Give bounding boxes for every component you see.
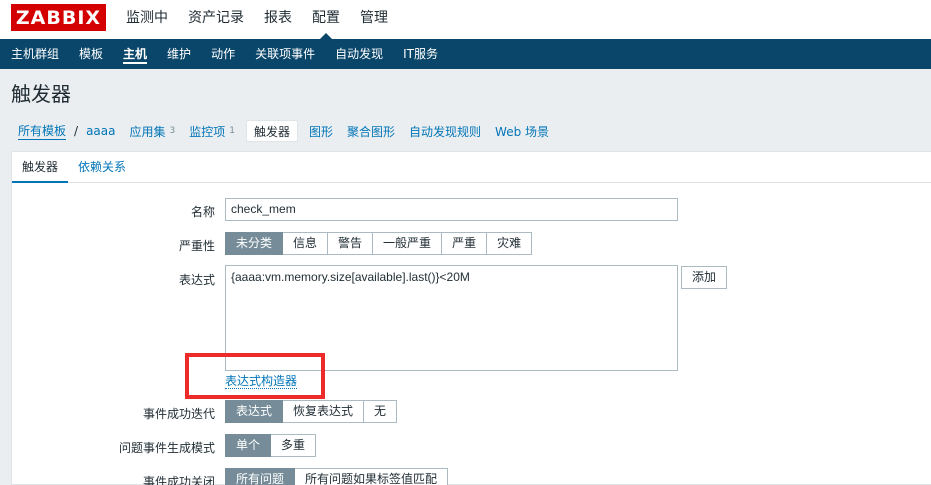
menu-inventory[interactable]: 资产记录 xyxy=(178,0,254,39)
mode-multiple[interactable]: 多重 xyxy=(271,434,317,457)
ok-event-recovery-expression[interactable]: 恢复表达式 xyxy=(283,400,365,423)
severity-selector: 未分类 信息 警告 一般严重 严重 灾难 xyxy=(225,232,533,255)
breadcrumb-discovery-rules[interactable]: 自动发现规则 xyxy=(402,120,488,142)
subnav-maintenance[interactable]: 维护 xyxy=(157,39,201,69)
severity-warning[interactable]: 警告 xyxy=(328,232,374,255)
mode-label: 问题事件生成模式 xyxy=(118,441,215,455)
subnav-host-groups[interactable]: 主机群组 xyxy=(1,39,69,69)
zabbix-logo[interactable]: ZABBIX xyxy=(11,4,106,31)
breadcrumb-template[interactable]: aaaa xyxy=(79,120,122,142)
ok-event-label: 事件成功迭代 xyxy=(142,407,215,421)
severity-not-classified[interactable]: 未分类 xyxy=(225,232,284,255)
breadcrumb-graphs[interactable]: 图形 xyxy=(302,120,340,142)
tab-trigger[interactable]: 触发器 xyxy=(12,152,69,183)
subnav-discovery[interactable]: 自动发现 xyxy=(325,39,393,69)
add-expression-button[interactable]: 添加 xyxy=(681,266,728,289)
close-selector: 所有问题 所有问题如果标签值匹配 xyxy=(225,468,449,485)
breadcrumb: 所有模板 / aaaa 应用集 3 监控项 1 触发器 图形 聚合图形 自动发现规则… xyxy=(11,117,931,145)
subnav-templates[interactable]: 模板 xyxy=(69,39,113,69)
breadcrumb-screens[interactable]: 聚合图形 xyxy=(340,120,402,142)
menu-administration[interactable]: 管理 xyxy=(350,0,398,39)
breadcrumb-applications[interactable]: 应用集 3 xyxy=(122,120,182,142)
expression-label: 表达式 xyxy=(178,273,215,287)
highlight-annotation-box xyxy=(185,353,325,399)
tab-dependencies[interactable]: 依赖关系 xyxy=(68,152,136,182)
trigger-form-panel: 触发器 依赖关系 名称 check_mem 严重性 未分类 信息 警告 一般严重… xyxy=(11,151,931,485)
applications-count: 3 xyxy=(169,126,176,136)
severity-information[interactable]: 信息 xyxy=(283,232,329,255)
close-tag-match[interactable]: 所有问题如果标签值匹配 xyxy=(295,468,449,485)
breadcrumb-web-scenarios[interactable]: Web 场景 xyxy=(488,120,556,142)
subnav-correlation[interactable]: 关联项事件 xyxy=(245,39,325,69)
mode-single[interactable]: 单个 xyxy=(225,434,272,457)
breadcrumb-triggers[interactable]: 触发器 xyxy=(245,120,298,142)
close-all-problems[interactable]: 所有问题 xyxy=(225,468,296,485)
subnav-it-services[interactable]: IT服务 xyxy=(393,39,448,69)
severity-label: 严重性 xyxy=(178,239,215,253)
top-header: ZABBIX 监测中 资产记录 报表 配置 管理 xyxy=(0,0,931,39)
form-tabs: 触发器 依赖关系 xyxy=(12,152,931,183)
mode-selector: 单个 多重 xyxy=(225,434,317,457)
menu-monitoring[interactable]: 监测中 xyxy=(116,0,178,39)
ok-event-expression[interactable]: 表达式 xyxy=(225,400,284,423)
name-input[interactable]: check_mem xyxy=(225,198,678,221)
menu-configuration[interactable]: 配置 xyxy=(302,0,350,39)
severity-high[interactable]: 严重 xyxy=(442,232,488,255)
subnav-actions[interactable]: 动作 xyxy=(201,39,245,69)
subnav-hosts[interactable]: 主机 xyxy=(113,39,157,69)
menu-reports[interactable]: 报表 xyxy=(254,0,302,39)
page-title: 触发器 xyxy=(11,82,71,106)
breadcrumb-items[interactable]: 监控项 1 xyxy=(182,120,242,142)
sub-nav: 主机群组 模板 主机 维护 动作 关联项事件 自动发现 IT服务 xyxy=(0,39,931,69)
close-label: 事件成功关闭 xyxy=(142,475,215,485)
name-label: 名称 xyxy=(190,205,215,219)
items-count: 1 xyxy=(229,126,235,136)
breadcrumb-all-templates[interactable]: 所有模板 xyxy=(11,120,73,142)
severity-disaster[interactable]: 灾难 xyxy=(487,232,533,255)
ok-event-selector: 表达式 恢复表达式 无 xyxy=(225,400,398,423)
severity-average[interactable]: 一般严重 xyxy=(373,232,443,255)
main-menu: 监测中 资产记录 报表 配置 管理 xyxy=(116,0,398,39)
ok-event-none[interactable]: 无 xyxy=(364,400,398,423)
